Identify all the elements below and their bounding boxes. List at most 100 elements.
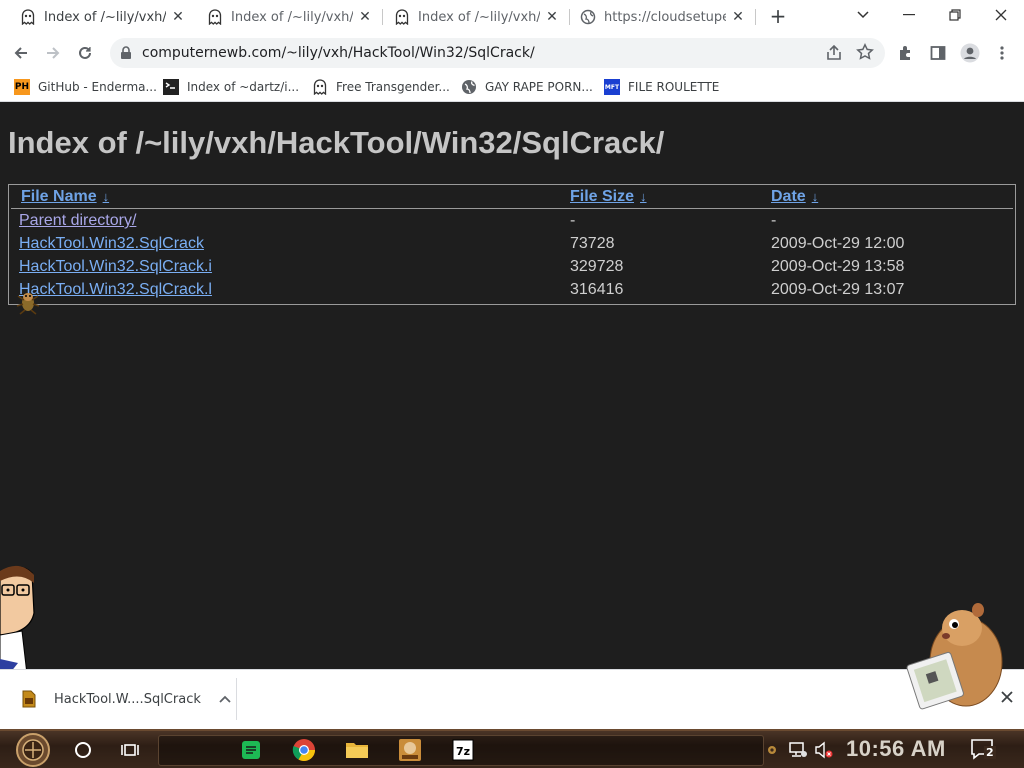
taskbar: 7z 10:56 AM 2: [0, 729, 1024, 768]
star-icon[interactable]: [856, 43, 874, 61]
divider: [236, 678, 237, 720]
tab-title: Index of /~lily/vxh/H: [44, 9, 166, 25]
lock-icon[interactable]: [120, 46, 132, 60]
table-row: Parent directory/ - -: [9, 210, 1013, 233]
sort-by-date-link[interactable]: Date ↓: [771, 188, 818, 206]
share-icon[interactable]: [825, 44, 843, 62]
notification-center-button[interactable]: 2: [970, 737, 998, 763]
file-link[interactable]: HackTool.Win32.SqlCrack: [19, 235, 204, 253]
chevron-down-icon: [857, 11, 869, 19]
table-row: HackTool.Win32.SqlCrack 73728 2009-Oct-2…: [9, 233, 1013, 256]
file-icon: [22, 690, 36, 708]
folder-icon: [346, 743, 368, 758]
bookmark-file-roulette[interactable]: MFT FILE ROULETTE: [604, 77, 719, 97]
sort-by-size-link[interactable]: File Size ↓: [570, 188, 647, 206]
bookmark-label: GitHub - Enderma...: [38, 80, 157, 94]
start-button[interactable]: [12, 732, 54, 768]
task-view-button[interactable]: [64, 734, 102, 766]
close-tab-icon[interactable]: ✕: [170, 9, 186, 25]
taskbar-app-notes[interactable]: [232, 734, 270, 766]
bookmark-globe-link[interactable]: GAY RAPE PORN...: [461, 77, 593, 97]
globe-icon: [461, 79, 477, 95]
file-link[interactable]: HackTool.Win32.SqlCrack.i: [19, 258, 212, 276]
column-header-date: Date: [771, 188, 806, 205]
system-tray-overflow[interactable]: [760, 734, 784, 766]
bookmark-index-of-dartz[interactable]: Index of ~dartz/i...: [163, 77, 299, 97]
taskbar-clock[interactable]: 10:56 AM: [846, 736, 946, 762]
tab-separator: [755, 9, 756, 25]
ghost-favicon-icon: [394, 9, 410, 25]
tab-1[interactable]: Index of /~lily/vxh/H ✕: [0, 0, 195, 34]
7zip-icon: 7z: [452, 739, 474, 761]
tab-2[interactable]: Index of /~lily/vxh/R ✕: [187, 0, 382, 34]
network-button[interactable]: [784, 734, 812, 766]
file-size: -: [570, 212, 576, 229]
close-tab-icon[interactable]: ✕: [357, 9, 373, 25]
menu-button[interactable]: [989, 40, 1015, 66]
side-panel-icon: [930, 46, 946, 60]
sort-arrow-icon: ↓: [811, 189, 819, 204]
bookmarks-bar: PH GitHub - Enderma... Index of ~dartz/i…: [0, 72, 1024, 102]
volume-button[interactable]: [810, 734, 838, 766]
tab-3[interactable]: Index of /~lily/vxh/R ✕: [374, 0, 569, 34]
close-tab-icon[interactable]: ✕: [544, 9, 560, 25]
file-date: 2009-Oct-29 13:58: [771, 258, 905, 275]
tab-strip: Index of /~lily/vxh/H ✕ Index of /~lily/…: [0, 0, 1024, 34]
taskbar-app-chrome[interactable]: [285, 734, 323, 766]
reload-button[interactable]: [72, 40, 98, 66]
game-app-icon: [399, 739, 421, 761]
file-date: 2009-Oct-29 12:00: [771, 235, 905, 252]
file-size: 73728: [570, 235, 615, 252]
close-tab-icon[interactable]: ✕: [730, 9, 746, 25]
mft-icon: MFT: [604, 79, 620, 95]
file-date: 2009-Oct-29 13:07: [771, 281, 905, 298]
minimize-button[interactable]: [886, 0, 932, 30]
new-tab-button[interactable]: +: [766, 5, 790, 29]
tab-search-button[interactable]: [840, 0, 886, 30]
puzzle-icon: [900, 46, 910, 60]
file-link[interactable]: HackTool.Win32.SqlCrack.l: [19, 281, 212, 299]
address-bar[interactable]: computernewb.com/~lily/vxh/HackTool/Win3…: [110, 38, 885, 68]
download-bar: HackTool.W....SqlCrack: [0, 669, 1024, 729]
bookmark-label: FILE ROULETTE: [628, 80, 720, 94]
reload-icon: [79, 46, 91, 59]
url-text[interactable]: computernewb.com/~lily/vxh/HackTool/Win3…: [142, 45, 535, 61]
taskbar-app-7zip[interactable]: 7z: [444, 734, 482, 766]
task-switcher-button[interactable]: [111, 734, 149, 766]
tab-title: Index of /~lily/vxh/R: [231, 9, 353, 25]
download-item[interactable]: HackTool.W....SqlCrack: [14, 684, 231, 714]
restore-button[interactable]: [932, 0, 978, 30]
arrow-left-icon: [14, 47, 27, 59]
sort-arrow-icon: ↓: [640, 189, 647, 204]
ph-icon: PH: [14, 79, 30, 95]
file-date: -: [771, 212, 777, 229]
forward-button[interactable]: [40, 40, 66, 66]
circle-icon: [75, 742, 91, 758]
browser-toolbar: computernewb.com/~lily/vxh/HackTool/Win3…: [0, 34, 1024, 72]
green-notes-icon: [242, 741, 260, 759]
restore-icon: [949, 9, 961, 21]
chevron-up-icon[interactable]: [219, 692, 231, 706]
parent-directory-link[interactable]: Parent directory/: [19, 212, 136, 230]
sort-arrow-icon: ↓: [102, 189, 110, 204]
sort-by-name-link[interactable]: File Name ↓: [21, 188, 109, 206]
tab-4[interactable]: https://cloudsetupe.f ✕: [560, 0, 755, 34]
close-icon: [995, 9, 1007, 21]
profile-button[interactable]: [957, 40, 983, 66]
avatar-icon: [960, 43, 980, 63]
page-title: Index of /~lily/vxh/HackTool/Win32/SqlCr…: [8, 125, 665, 160]
table-row: HackTool.Win32.SqlCrack.l 316416 2009-Oc…: [9, 279, 1013, 302]
extensions-button[interactable]: [893, 40, 919, 66]
download-filename: HackTool.W....SqlCrack: [54, 691, 201, 707]
back-button[interactable]: [8, 40, 34, 66]
taskbar-app-game[interactable]: [391, 734, 429, 766]
bookmark-free-transgender[interactable]: Free Transgender...: [312, 77, 450, 97]
task-view-icon: [121, 744, 139, 756]
globe-favicon-icon: [580, 9, 596, 25]
bookmark-github-enderma[interactable]: PH GitHub - Enderma...: [14, 77, 157, 97]
close-window-button[interactable]: [978, 0, 1024, 30]
taskbar-app-file-explorer[interactable]: [338, 734, 376, 766]
minimize-icon: [903, 14, 915, 16]
side-panel-button[interactable]: [925, 40, 951, 66]
user-icon: [312, 79, 328, 95]
